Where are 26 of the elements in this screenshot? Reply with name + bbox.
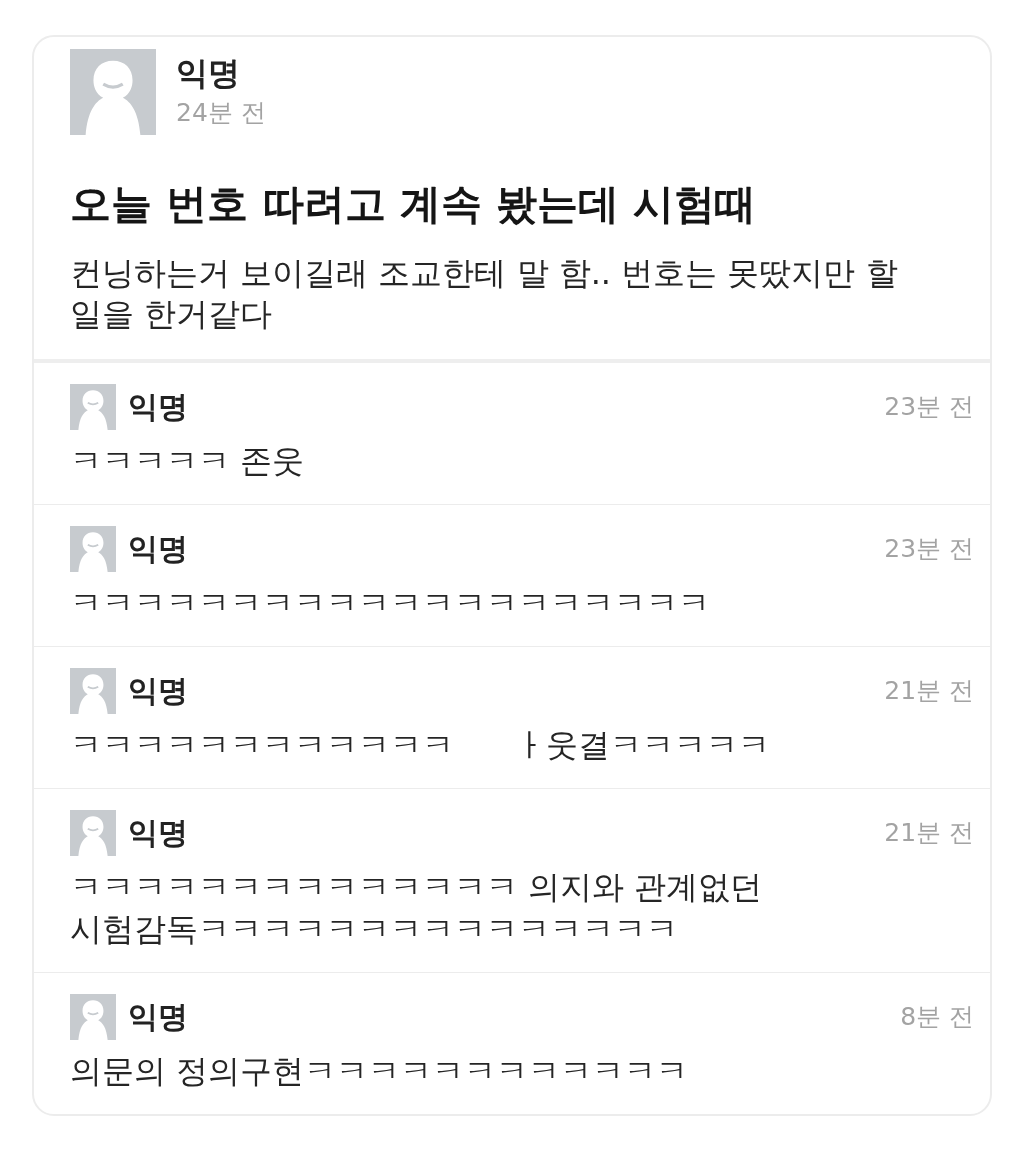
avatar-icon (70, 668, 116, 714)
avatar-icon (70, 49, 156, 135)
comment-text: ㅋㅋㅋㅋㅋㅋㅋㅋㅋㅋㅋㅋㅋㅋ 의지와 관계없던 시험감독ㅋㅋㅋㅋㅋㅋㅋㅋㅋㅋㅋㅋㅋㅋㅋ (70, 868, 763, 948)
avatar-icon (70, 384, 116, 430)
avatar-icon (70, 994, 116, 1040)
avatar-icon (70, 526, 116, 572)
comment-author: 익명 (128, 814, 188, 852)
comment-time: 21분 전 (884, 817, 974, 849)
comment-author: 익명 (128, 672, 188, 710)
post-time: 24분 전 (176, 97, 266, 129)
author-name: 익명 (176, 53, 241, 93)
comment-text: ㅋㅋㅋㅋㅋ 존웃 (70, 442, 305, 480)
comment-time: 23분 전 (884, 391, 974, 423)
comment-time: 21분 전 (884, 675, 974, 707)
comment-author: 익명 (128, 998, 188, 1036)
comment-author: 익명 (128, 388, 188, 426)
comment-time: 8분 전 (900, 1001, 974, 1033)
comment-author: 익명 (128, 530, 188, 568)
comment-text: ㅏ웃결ㅋㅋㅋㅋㅋ (514, 726, 770, 764)
avatar-icon (70, 810, 116, 856)
comment-text: ㅋㅋㅋㅋㅋㅋㅋㅋㅋㅋㅋㅋ (70, 726, 454, 764)
comment-text: 의문의 정의구현ㅋㅋㅋㅋㅋㅋㅋㅋㅋㅋㅋㅋ (70, 1052, 689, 1090)
post-title: 오늘 번호 따려고 계속 봤는데 시험때 (70, 179, 758, 229)
comment-time: 23분 전 (884, 533, 974, 565)
post-body: 컨닝하는거 보이길래 조교한테 말 함.. 번호는 못땄지만 할 일을 한거같다 (70, 253, 899, 335)
comment-text: ㅋㅋㅋㅋㅋㅋㅋㅋㅋㅋㅋㅋㅋㅋㅋㅋㅋㅋㅋㅋ (70, 584, 710, 622)
